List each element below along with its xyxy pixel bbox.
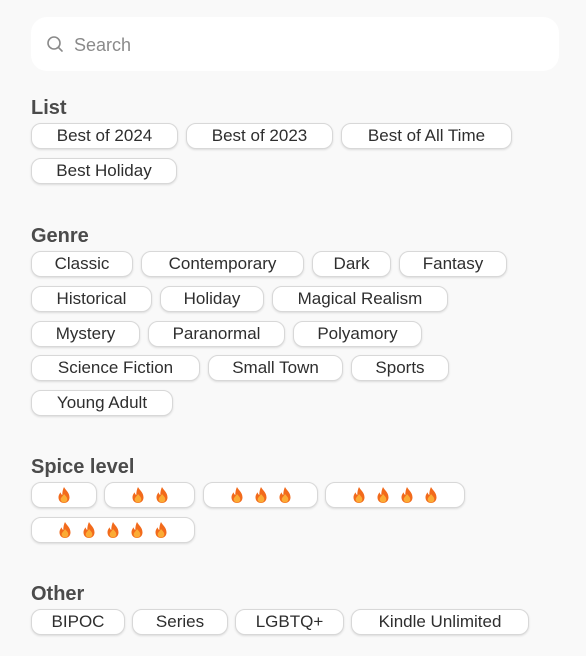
chip-series[interactable]: Series bbox=[132, 609, 228, 635]
chip-holiday[interactable]: Holiday bbox=[160, 286, 264, 312]
search-bar[interactable] bbox=[31, 17, 559, 71]
search-input[interactable] bbox=[72, 31, 546, 59]
section-title-list: List bbox=[31, 97, 67, 119]
flame-icon bbox=[401, 487, 413, 503]
flame-icon bbox=[156, 487, 167, 503]
chip-polyamory[interactable]: Polyamory bbox=[293, 321, 422, 347]
chip-spice-level-2[interactable] bbox=[104, 482, 195, 508]
flame-icon bbox=[155, 522, 167, 538]
flame-icon bbox=[107, 522, 119, 538]
section-title-genre: Genre bbox=[31, 225, 89, 247]
chip-magical-realism[interactable]: Magical Realism bbox=[272, 286, 448, 312]
flame-icon bbox=[231, 487, 242, 503]
chip-sports[interactable]: Sports bbox=[351, 355, 449, 381]
chip-best-of-2024[interactable]: Best of 2024 bbox=[31, 123, 178, 149]
chip-best-holiday[interactable]: Best Holiday bbox=[31, 158, 177, 184]
chip-historical[interactable]: Historical bbox=[31, 286, 152, 312]
flame-icon bbox=[425, 487, 437, 503]
flame-icon bbox=[83, 522, 95, 538]
flame-icon bbox=[131, 522, 143, 538]
chip-science-fiction[interactable]: Science Fiction bbox=[31, 355, 200, 381]
chip-bipoc[interactable]: BIPOC bbox=[31, 609, 125, 635]
flame-icon bbox=[279, 487, 290, 503]
chip-small-town[interactable]: Small Town bbox=[208, 355, 343, 381]
flame-icon bbox=[58, 487, 70, 503]
chip-contemporary[interactable]: Contemporary bbox=[141, 251, 304, 277]
chip-dark[interactable]: Dark bbox=[312, 251, 391, 277]
chip-spice-level-1[interactable] bbox=[31, 482, 97, 508]
chip-young-adult[interactable]: Young Adult bbox=[31, 390, 173, 416]
flame-icon bbox=[59, 522, 71, 538]
chip-fantasy[interactable]: Fantasy bbox=[399, 251, 507, 277]
chip-spice-level-4[interactable] bbox=[325, 482, 465, 508]
chip-spice-level-5[interactable] bbox=[31, 517, 195, 543]
flame-icon bbox=[377, 487, 389, 503]
search-icon bbox=[47, 36, 63, 52]
flame-icon bbox=[132, 487, 143, 503]
section-title-other: Other bbox=[31, 583, 85, 605]
chip-best-of-2023[interactable]: Best of 2023 bbox=[186, 123, 333, 149]
chip-spice-level-3[interactable] bbox=[203, 482, 318, 508]
chip-lgbtq[interactable]: LGBTQ+ bbox=[235, 609, 344, 635]
chip-classic[interactable]: Classic bbox=[31, 251, 133, 277]
section-title-spice-level: Spice level bbox=[31, 456, 135, 478]
chip-kindle-unlimited[interactable]: Kindle Unlimited bbox=[351, 609, 529, 635]
flame-icon bbox=[255, 487, 266, 503]
flame-icon bbox=[353, 487, 365, 503]
chip-paranormal[interactable]: Paranormal bbox=[148, 321, 285, 347]
chip-mystery[interactable]: Mystery bbox=[31, 321, 140, 347]
chip-best-of-all-time[interactable]: Best of All Time bbox=[341, 123, 512, 149]
